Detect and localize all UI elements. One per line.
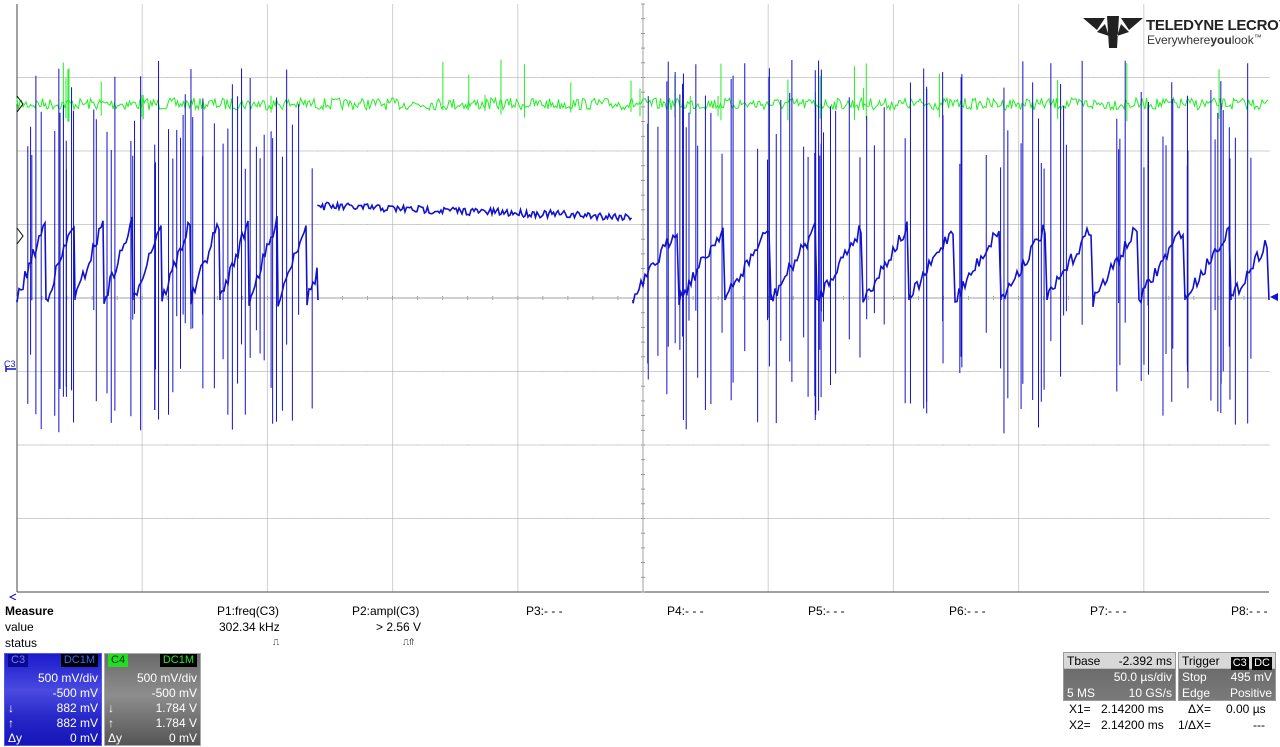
c3-channel-marker: C3 — [4, 359, 16, 369]
trigger-mode: Stop — [1182, 670, 1207, 684]
measure-p6-name[interactable]: P6:- - - — [949, 604, 986, 618]
cursor1-arrow-icon: ↓ — [108, 701, 114, 715]
c4-cursor1: 1.784 V — [155, 701, 197, 715]
c3-delta-y: 0 mV — [69, 731, 98, 745]
cursor-x1-label: X1= — [1069, 702, 1091, 716]
trigger-slope: Positive — [1229, 686, 1272, 700]
measure-p8-name[interactable]: P8:- - - — [1231, 604, 1268, 618]
waveform-display[interactable] — [0, 0, 1280, 600]
cursor2-arrow-icon: ↑ — [108, 716, 114, 730]
c4-coupling: DC1M — [159, 654, 197, 667]
cursor-dx-value: 0.00 µs — [1226, 702, 1266, 716]
brand-name: TELEDYNE LECROY — [1146, 17, 1280, 34]
cursor1-arrow-icon: ↓ — [8, 701, 14, 715]
c4-offset: -500 mV — [151, 686, 197, 700]
delta-y-label: Δy — [8, 731, 23, 745]
trigger-type: Edge — [1182, 686, 1211, 700]
measure-p4-name[interactable]: P4:- - - — [667, 604, 704, 618]
cursor-dx-label: ΔX= — [1188, 702, 1212, 716]
timebase-label: Tbase — [1067, 654, 1101, 668]
trigger-label: Trigger — [1182, 654, 1220, 668]
teledyne-lecroy-logo — [1083, 16, 1143, 53]
c3-cursor1: 882 mV — [56, 701, 98, 715]
measure-p2-name[interactable]: P2:ampl(C3) — [352, 604, 419, 618]
c4-channel-descriptor[interactable]: C4 DC1M 500 mV/div -500 mV ↓ 1.784 V ↑ 1.7… — [104, 653, 201, 746]
timebase-rate: 10 GS/s — [1128, 686, 1172, 700]
measure-status-label: status — [5, 636, 38, 650]
c4-cursor2: 1.784 V — [155, 716, 197, 730]
measure-p5-name[interactable]: P5:- - - — [808, 604, 845, 618]
trace-offset-markers[interactable] — [16, 95, 24, 245]
c3-vdiv: 500 mV/div — [37, 671, 98, 685]
measure-value-label: value — [5, 620, 34, 634]
timebase-samples: 5 MS — [1067, 686, 1096, 700]
trigger-level-marker[interactable] — [1270, 293, 1278, 301]
graticule — [16, 3, 1270, 593]
c3-channel-tag: C3 — [8, 654, 29, 667]
measure-p1-name[interactable]: P1:freq(C3) — [217, 604, 279, 618]
measure-p2-status: ⎍⇑ — [403, 637, 415, 647]
timebase-tdiv: 50.0 µs/div — [1113, 670, 1172, 684]
trigger-descriptor[interactable]: Trigger C3 DC Stop 495 mV Edge Positive — [1178, 652, 1276, 701]
measure-p1-status: ⎍ — [273, 637, 280, 647]
timebase-descriptor[interactable]: Tbase -2.392 ms 50.0 µs/div 5 MS 10 GS/s — [1063, 652, 1176, 701]
c4-delta-y: 0 mV — [168, 731, 197, 745]
measure-p3-name[interactable]: P3:- - - — [526, 604, 563, 618]
timebase-delay: -2.392 ms — [1118, 654, 1172, 668]
time-offset-marker — [8, 593, 17, 600]
measure-p7-name[interactable]: P7:- - - — [1090, 604, 1127, 618]
cursor-x2-label: X2= — [1069, 718, 1091, 732]
c3-channel-descriptor[interactable]: C3 DC1M 500 mV/div -500 mV ↓ 882 mV ↑ 882 … — [4, 653, 102, 746]
cursor2-arrow-icon: ↑ — [8, 716, 14, 730]
delta-y-label: Δy — [108, 731, 123, 745]
brand-tagline: Everywhereyoulook™ — [1147, 33, 1262, 47]
c3-offset: -500 mV — [52, 686, 98, 700]
measure-p1-value: 302.34 kHz — [219, 620, 280, 634]
trigger-level: 495 mV — [1230, 670, 1272, 684]
c3-cursor2: 882 mV — [56, 716, 98, 730]
cursor-x1-value: 2.14200 ms — [1101, 702, 1164, 716]
measure-p2-value: > 2.56 V — [376, 620, 422, 634]
teledyne-logo-icon — [1083, 16, 1143, 48]
measure-header: Measure — [5, 604, 54, 618]
c4-vdiv: 500 mV/div — [136, 671, 197, 685]
cursor-inv-dx-label: 1/ΔX= — [1178, 718, 1212, 732]
cursor-inv-dx-value: --- — [1253, 718, 1265, 732]
c4-channel-tag: C4 — [108, 654, 129, 667]
cursor-x2-value: 2.14200 ms — [1101, 718, 1164, 732]
c3-coupling: DC1M — [60, 654, 98, 667]
